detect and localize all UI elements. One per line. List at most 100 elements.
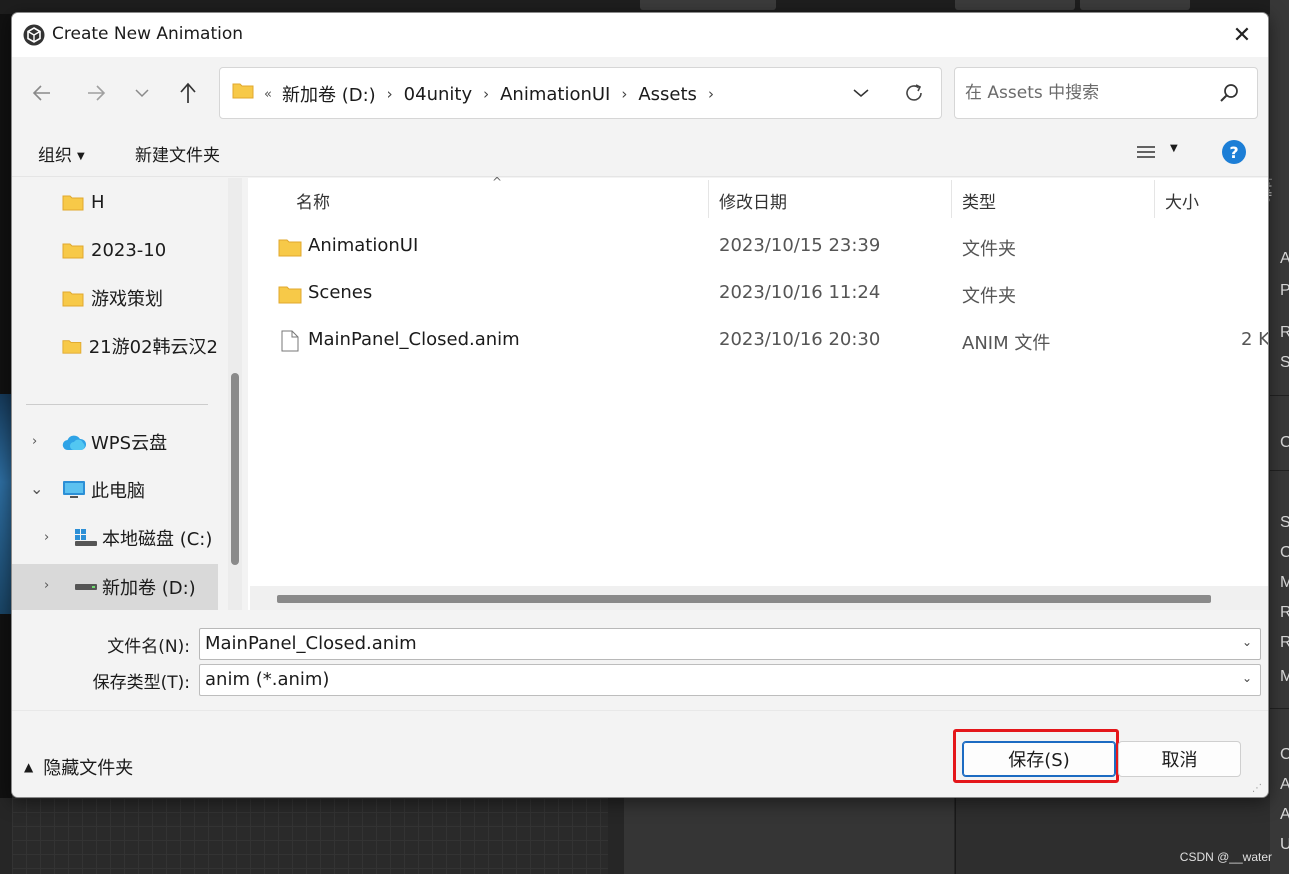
sidebar-item-class-folder[interactable]: 21游02韩云汉2 <box>12 324 218 368</box>
sidebar-item-h[interactable]: H <box>12 180 218 224</box>
column-divider[interactable] <box>951 180 952 218</box>
chevron-right-icon[interactable]: › <box>621 85 627 103</box>
refresh-button[interactable] <box>900 79 928 107</box>
close-icon: ✕ <box>1232 22 1252 48</box>
address-history-button[interactable] <box>848 80 874 106</box>
sidebar-item-label: 此电脑 <box>91 481 145 502</box>
save-dialog: Create New Animation ✕ « 新加卷 (D:) › 04un… <box>11 12 1269 798</box>
recent-locations-button[interactable] <box>126 77 158 109</box>
column-divider[interactable] <box>708 180 709 218</box>
breadcrumb: « 新加卷 (D:) › 04unity › AnimationUI › Ass… <box>264 81 725 107</box>
system-drive-icon <box>75 529 97 546</box>
file-row[interactable]: Scenes 2023/10/16 11:24 文件夹 <box>248 271 1268 317</box>
address-bar[interactable]: « 新加卷 (D:) › 04unity › AnimationUI › Ass… <box>219 67 942 119</box>
folder-icon <box>278 286 302 304</box>
inspector-letter: R <box>1280 324 1289 341</box>
column-header-type[interactable]: 类型 <box>962 178 996 222</box>
sidebar-item-2023-10[interactable]: 2023-10 <box>12 228 218 272</box>
new-folder-button[interactable]: 新建文件夹 <box>135 141 220 166</box>
filename-field[interactable]: MainPanel_Closed.anim ⌄ <box>199 628 1261 660</box>
chevron-down-icon[interactable]: ⌄ <box>30 479 43 498</box>
column-divider[interactable] <box>1154 180 1155 218</box>
organize-menu[interactable]: 组织 ▼ <box>38 141 85 166</box>
breadcrumb-item[interactable]: AnimationUI <box>500 84 610 105</box>
inspector-letter: U <box>1280 836 1289 853</box>
chevron-right-icon[interactable]: › <box>483 85 489 103</box>
inspector-letter: C <box>1280 544 1289 561</box>
horizontal-scrollbar-thumb[interactable] <box>277 595 1211 603</box>
chevron-down-icon[interactable]: ⌄ <box>1242 635 1252 649</box>
arrow-up-icon <box>180 82 196 103</box>
up-button[interactable] <box>172 77 204 109</box>
drive-icon <box>75 584 97 590</box>
help-button[interactable]: ? <box>1222 140 1246 164</box>
back-button[interactable] <box>26 77 58 109</box>
close-button[interactable]: ✕ <box>1224 17 1260 53</box>
sidebar-scrollbar-thumb[interactable] <box>231 373 239 565</box>
sidebar-item-wps-cloud[interactable]: › WPS云盘 <box>12 420 218 464</box>
caret-down-icon: ▼ <box>77 150 85 162</box>
inspector-divider <box>1270 470 1289 471</box>
editor-tab-hierarchy <box>640 0 776 10</box>
sort-ascending-icon: ^ <box>492 175 503 189</box>
save-form: 文件名(N): MainPanel_Closed.anim ⌄ 保存类型(T):… <box>12 610 1268 710</box>
chevron-right-icon[interactable]: › <box>32 434 37 449</box>
column-header-name[interactable]: 名称 <box>296 178 330 222</box>
breadcrumb-overflow[interactable]: « <box>264 87 272 102</box>
folder-icon <box>62 243 84 258</box>
cloud-icon <box>62 435 86 450</box>
filetype-label: 保存类型(T): <box>92 673 190 693</box>
file-row[interactable]: AnimationUI 2023/10/15 23:39 文件夹 <box>248 224 1268 270</box>
filename-value: MainPanel_Closed.anim <box>205 633 417 654</box>
inspector-letter: M <box>1280 574 1289 591</box>
view-options-caret-icon[interactable]: ▼ <box>1170 143 1178 154</box>
sidebar-item-game-design[interactable]: 游戏策划 <box>12 276 218 320</box>
breadcrumb-item[interactable]: 04unity <box>404 84 472 105</box>
save-button[interactable]: 保存(S) <box>962 741 1116 777</box>
search-input[interactable] <box>965 80 1205 106</box>
view-list-icon[interactable] <box>1136 141 1156 163</box>
sidebar-item-drive-c[interactable]: › 本地磁盘 (C:) <box>12 516 218 560</box>
sidebar-item-drive-d[interactable]: › 新加卷 (D:) <box>12 564 218 610</box>
file-name: AnimationUI <box>308 235 419 256</box>
search-box[interactable] <box>954 67 1258 119</box>
inspector-letter: A <box>1280 250 1289 267</box>
chevron-down-icon <box>853 89 869 97</box>
file-name: MainPanel_Closed.anim <box>308 329 520 350</box>
chevron-right-icon[interactable]: › <box>44 530 49 545</box>
inspector-letter: M <box>1280 668 1289 685</box>
forward-button[interactable] <box>80 77 112 109</box>
file-row[interactable]: MainPanel_Closed.anim 2023/10/16 20:30 A… <box>248 318 1268 364</box>
inspector-letter: S <box>1280 514 1289 531</box>
hide-folders-button[interactable]: ▲ 隐藏文件夹 <box>24 754 133 780</box>
sidebar-item-label: 游戏策划 <box>91 289 163 310</box>
unity-icon <box>23 24 45 46</box>
chevron-down-icon[interactable]: ⌄ <box>1242 671 1252 685</box>
column-header-size[interactable]: 大小 <box>1165 178 1199 222</box>
chevron-right-icon[interactable]: › <box>708 85 714 103</box>
arrow-left-icon <box>32 85 50 101</box>
inspector-letter: C <box>1280 434 1289 451</box>
chevron-right-icon[interactable]: › <box>387 85 393 103</box>
cancel-button[interactable]: 取消 <box>1118 741 1241 777</box>
search-icon[interactable] <box>1217 81 1241 105</box>
caret-up-icon: ▲ <box>24 760 34 774</box>
computer-icon <box>63 481 85 498</box>
chevron-right-icon[interactable]: › <box>44 578 49 593</box>
folder-icon <box>62 339 82 354</box>
file-name: Scenes <box>308 282 373 303</box>
breadcrumb-item[interactable]: Assets <box>638 84 697 105</box>
breadcrumb-item[interactable]: 新加卷 (D:) <box>282 81 376 107</box>
filename-label: 文件名(N): <box>107 637 190 657</box>
file-list: ^ 名称 修改日期 类型 大小 AnimationUI 2023/10/15 2… <box>248 175 1268 610</box>
sidebar-item-label: 21游02韩云汉2 <box>88 337 218 358</box>
column-header-date[interactable]: 修改日期 <box>719 178 787 222</box>
sidebar-item-this-pc[interactable]: ⌄ 此电脑 <box>12 468 218 512</box>
organize-label: 组织 <box>38 146 72 166</box>
file-list-horizontal-scrollbar[interactable] <box>250 586 1268 610</box>
folder-icon <box>62 291 84 306</box>
resize-grip-icon[interactable]: ⋰ <box>1252 783 1264 795</box>
filetype-select[interactable]: anim (*.anim) ⌄ <box>199 664 1261 696</box>
inspector-divider <box>1270 708 1289 709</box>
sidebar-item-label: 2023-10 <box>91 239 167 261</box>
